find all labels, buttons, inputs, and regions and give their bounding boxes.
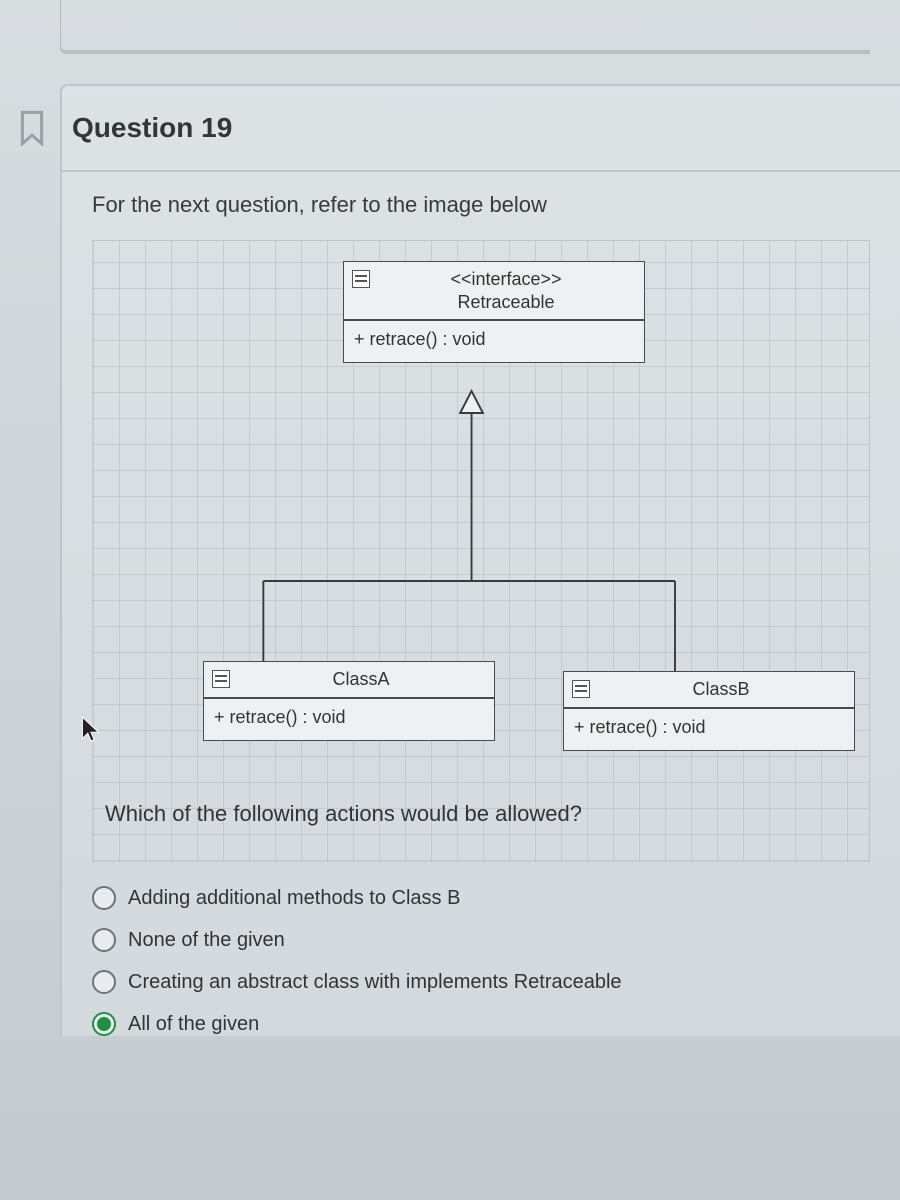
radio-icon[interactable] xyxy=(92,928,116,952)
list-icon xyxy=(212,670,230,688)
option-label: All of the given xyxy=(128,1013,259,1036)
radio-icon[interactable] xyxy=(92,1012,116,1036)
question-body: For the next question, refer to the imag… xyxy=(62,172,900,1036)
question-card: Question 19 For the next question, refer… xyxy=(60,84,900,1036)
option-1[interactable]: Adding additional methods to Class B xyxy=(92,886,870,910)
uml-interface-header: <<interface>> Retraceable xyxy=(344,262,644,321)
uml-classB-title: ClassB xyxy=(596,678,846,701)
option-label: None of the given xyxy=(128,929,285,952)
radio-icon[interactable] xyxy=(92,970,116,994)
option-4[interactable]: All of the given xyxy=(92,1012,870,1036)
uml-diagram: <<interface>> Retraceable + retrace() : … xyxy=(92,240,870,862)
option-label: Adding additional methods to Class B xyxy=(128,887,460,910)
uml-classB-operation: + retrace() : void xyxy=(564,709,854,750)
question-text: Which of the following actions would be … xyxy=(105,801,857,827)
previous-card-edge xyxy=(60,0,870,54)
bookmark-icon[interactable] xyxy=(10,106,54,150)
question-header: Question 19 xyxy=(62,86,900,172)
instruction-text: For the next question, refer to the imag… xyxy=(92,192,870,218)
uml-interface-operation: + retrace() : void xyxy=(344,321,644,362)
uml-classA-operation: + retrace() : void xyxy=(204,699,494,740)
radio-icon[interactable] xyxy=(92,886,116,910)
uml-interface-box: <<interface>> Retraceable + retrace() : … xyxy=(343,261,645,363)
option-2[interactable]: None of the given xyxy=(92,928,870,952)
list-icon xyxy=(352,270,370,288)
uml-classA-title: ClassA xyxy=(236,668,486,691)
uml-classA-header: ClassA xyxy=(204,662,494,699)
uml-classA-box: ClassA + retrace() : void xyxy=(203,661,495,741)
uml-classB-box: ClassB + retrace() : void xyxy=(563,671,855,751)
question-title: Question 19 xyxy=(72,112,232,144)
uml-stereotype: <<interface>> xyxy=(450,269,561,289)
uml-classB-header: ClassB xyxy=(564,672,854,709)
uml-interface-name: <<interface>> Retraceable xyxy=(376,268,636,313)
uml-interface-title: Retraceable xyxy=(457,292,554,312)
option-label: Creating an abstract class with implemen… xyxy=(128,971,622,994)
list-icon xyxy=(572,680,590,698)
answer-options: Adding additional methods to Class B Non… xyxy=(92,862,870,1036)
option-3[interactable]: Creating an abstract class with implemen… xyxy=(92,970,870,994)
